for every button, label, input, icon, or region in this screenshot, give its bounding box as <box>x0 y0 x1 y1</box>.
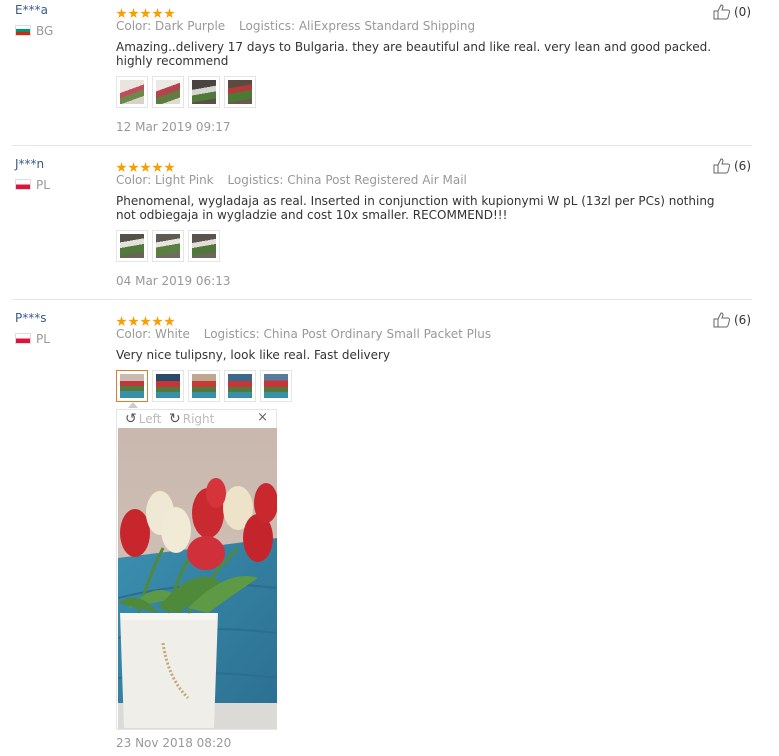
review-photo-thumbnail[interactable] <box>188 76 220 108</box>
star-icon <box>128 8 139 19</box>
review-text: Amazing..delivery 17 days to Bulgaria. t… <box>116 40 712 68</box>
star-icon <box>140 162 151 173</box>
rotate-right-button[interactable]: ↻ Right <box>169 411 214 427</box>
tulip-photo <box>118 428 277 729</box>
order-info: Color: Dark Purple Logistics: AliExpress… <box>116 19 476 33</box>
review-photo-thumbnail-selected[interactable] <box>116 370 148 402</box>
star-icon <box>164 8 175 19</box>
star-icon <box>164 316 175 327</box>
review-divider <box>12 299 752 300</box>
poland-flag-icon <box>15 333 31 344</box>
star-icon <box>152 316 163 327</box>
reviewer-country: PL <box>15 178 50 192</box>
star-icon <box>164 162 175 173</box>
helpful-count: (0) <box>734 5 751 19</box>
star-icon <box>140 8 151 19</box>
reviewer-name[interactable]: E***a <box>15 3 48 17</box>
reviewer-country: BG <box>15 24 53 38</box>
photo-viewer-toolbar: ↺ Left ↻ Right × <box>117 410 276 427</box>
color-value: Dark Purple <box>155 19 226 33</box>
helpful-count: (6) <box>734 313 751 327</box>
review-date: 23 Nov 2018 08:20 <box>116 736 232 750</box>
review-photo-thumbnail[interactable] <box>152 370 184 402</box>
helpful-button[interactable]: (0) <box>713 4 751 20</box>
logistics-value: China Post Ordinary Small Packet Plus <box>263 327 492 341</box>
review-photo-thumbnail[interactable] <box>116 76 148 108</box>
review-text: Phenomenal, wygladaja as real. Inserted … <box>116 194 715 222</box>
review-photo-thumbnail[interactable] <box>260 370 292 402</box>
review-photo-thumbnail[interactable] <box>116 230 148 262</box>
color-value: White <box>155 327 190 341</box>
review-photo-thumbnail[interactable] <box>188 370 220 402</box>
review-photo-large <box>118 428 277 729</box>
photo-thumbnails <box>116 370 292 402</box>
photo-viewer: ↺ Left ↻ Right × <box>116 409 277 730</box>
review-photo-thumbnail[interactable] <box>188 230 220 262</box>
star-icon <box>152 162 163 173</box>
thumbs-up-icon <box>713 158 731 174</box>
star-icon <box>116 8 127 19</box>
photo-thumbnails <box>116 230 220 262</box>
rotate-right-icon: ↻ <box>169 411 181 427</box>
reviewer-name[interactable]: P***s <box>15 311 47 325</box>
logistics-value: AliExpress Standard Shipping <box>298 19 476 33</box>
review-date: 12 Mar 2019 09:17 <box>116 120 231 134</box>
star-icon <box>152 8 163 19</box>
reviewer-country: PL <box>15 332 50 346</box>
review-photo-thumbnail[interactable] <box>224 370 256 402</box>
order-info: Color: White Logistics: China Post Ordin… <box>116 327 492 341</box>
logistics-value: China Post Registered Air Mail <box>287 173 467 187</box>
star-icon <box>140 316 151 327</box>
reviewer-name[interactable]: J***n <box>15 157 44 171</box>
helpful-button[interactable]: (6) <box>713 158 751 174</box>
review-photo-thumbnail[interactable] <box>152 76 184 108</box>
order-info: Color: Light Pink Logistics: China Post … <box>116 173 467 187</box>
star-icon <box>128 162 139 173</box>
close-icon[interactable]: × <box>257 410 268 425</box>
thumbs-up-icon <box>713 4 731 20</box>
thumbs-up-icon <box>713 312 731 328</box>
helpful-count: (6) <box>734 159 751 173</box>
review-divider <box>12 145 752 146</box>
review-text: Very nice tulipsny, look like real. Fast… <box>116 348 391 362</box>
helpful-button[interactable]: (6) <box>713 312 751 328</box>
viewer-pointer <box>128 402 138 408</box>
review-date: 04 Mar 2019 06:13 <box>116 274 231 288</box>
star-icon <box>116 162 127 173</box>
star-icon <box>116 316 127 327</box>
color-value: Light Pink <box>155 173 214 187</box>
rotate-left-button[interactable]: ↺ Left <box>125 411 161 427</box>
rotate-left-icon: ↺ <box>125 411 137 427</box>
review-photo-thumbnail[interactable] <box>152 230 184 262</box>
review-photo-thumbnail[interactable] <box>224 76 256 108</box>
bulgaria-flag-icon <box>15 25 31 36</box>
photo-thumbnails <box>116 76 256 108</box>
star-icon <box>128 316 139 327</box>
poland-flag-icon <box>15 179 31 190</box>
